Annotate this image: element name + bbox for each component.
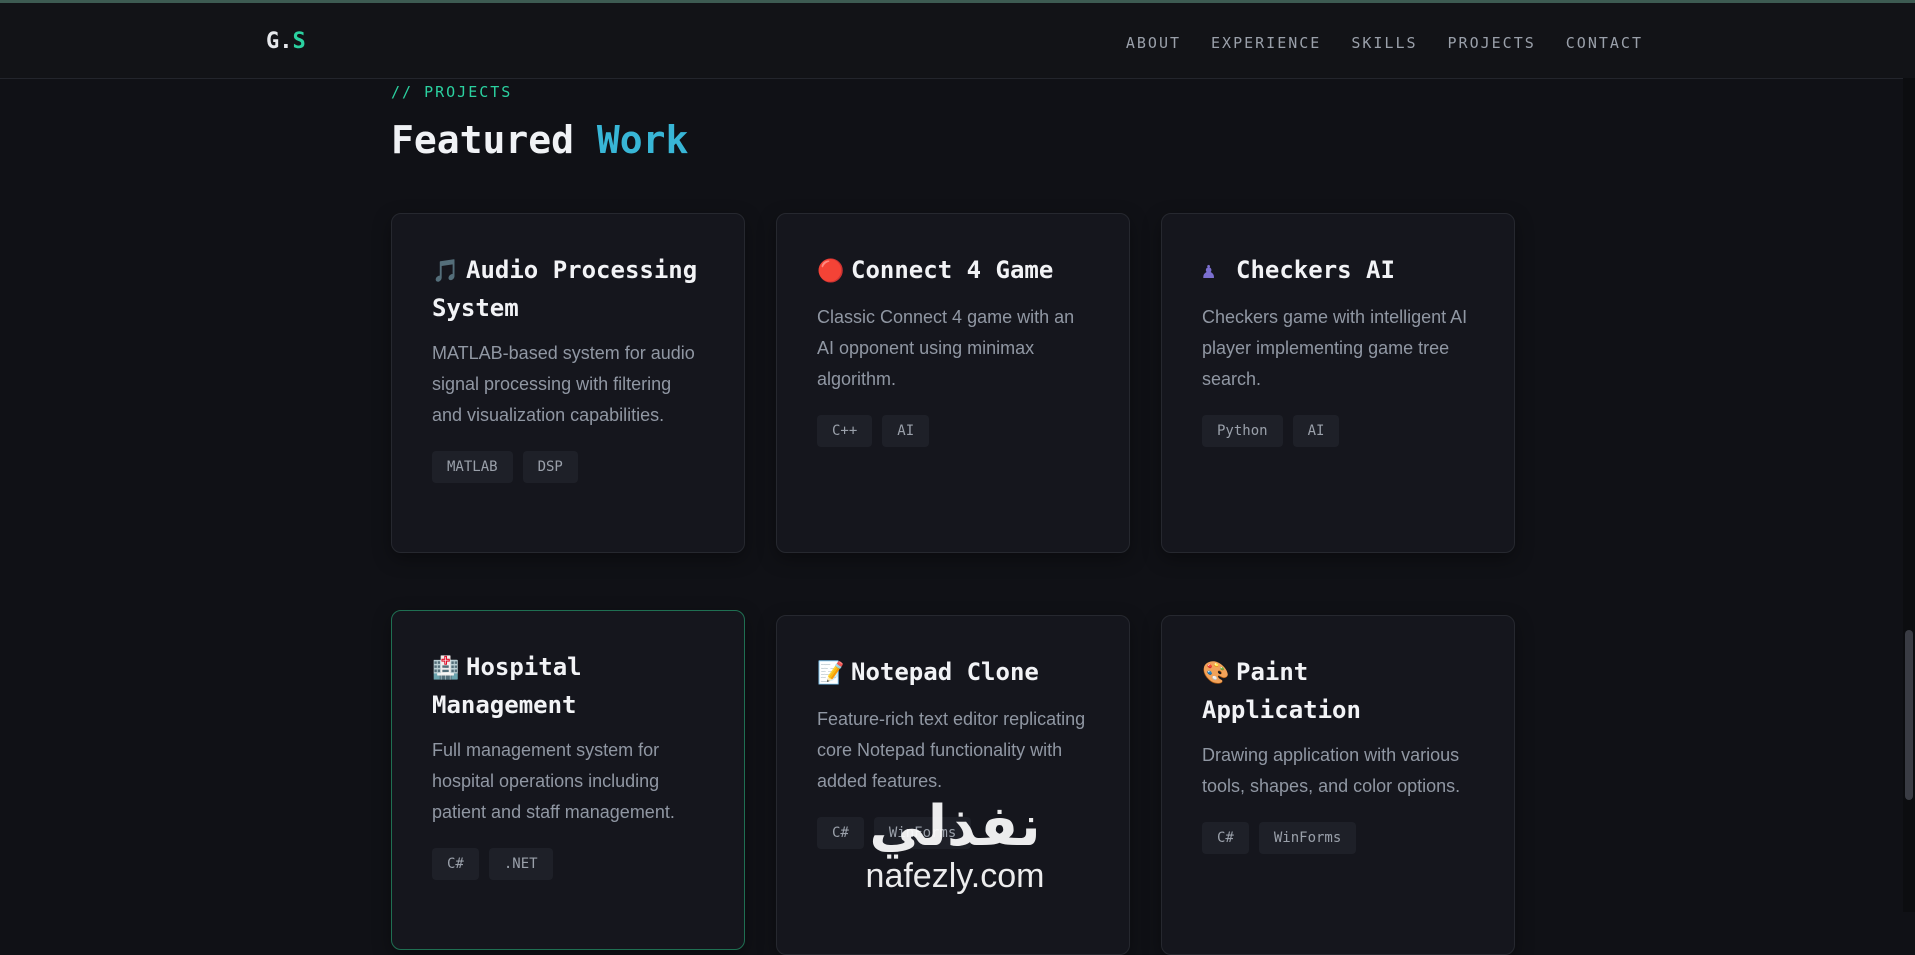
site-header: G.S ABOUT EXPERIENCE SKILLS PROJECTS CON…	[0, 3, 1915, 79]
project-description: Feature-rich text editor replicating cor…	[817, 709, 1086, 791]
section-title: Featured Work	[391, 118, 689, 162]
scrollbar-thumb[interactable]	[1905, 630, 1913, 800]
tech-tag: C++	[817, 415, 873, 447]
project-card[interactable]: ♟ Checkers AI Checkers game with intellig…	[1161, 213, 1515, 553]
nav-contact[interactable]: CONTACT	[1566, 34, 1643, 52]
red-circle-icon: 🔴	[817, 259, 845, 284]
project-description: Checkers game with intelligent AI player…	[1202, 307, 1468, 389]
watermark: نفذلي nafezly.com	[850, 794, 1060, 895]
project-title: 📝 Notepad Clone	[817, 654, 1089, 692]
tech-tag: DSP	[522, 451, 578, 483]
hospital-icon: 🏥	[432, 656, 460, 681]
watermark-arabic: نفذلي	[869, 794, 1041, 859]
music-note-icon: 🎵	[432, 259, 460, 284]
tag-list: Python AI	[1202, 415, 1474, 447]
chess-pawn-icon: ♟	[1202, 259, 1216, 284]
project-description: Classic Connect 4 game with an AI oppone…	[817, 307, 1075, 389]
project-description: MATLAB-based system for audio signal pro…	[432, 343, 695, 425]
nav-projects[interactable]: PROJECTS	[1448, 34, 1536, 52]
section-tag: // PROJECTS	[391, 83, 513, 101]
tech-tag: AI	[882, 415, 930, 447]
tag-list: C# WinForms	[1202, 822, 1474, 854]
project-card[interactable]: 🏥 Hospital Management Full management sys…	[391, 610, 745, 950]
tag-list: C# .NET	[432, 848, 704, 880]
project-title: 🎵 Audio Processing System	[432, 256, 698, 322]
project-title: 🏥 Hospital Management	[432, 653, 582, 719]
nav-skills[interactable]: SKILLS	[1351, 34, 1417, 52]
palette-icon: 🎨	[1202, 661, 1230, 686]
tag-list: MATLAB DSP	[432, 451, 704, 483]
site-logo[interactable]: G.S	[266, 29, 306, 54]
project-title: 🔴 Connect 4 Game	[817, 252, 1089, 290]
project-description: Drawing application with various tools, …	[1202, 745, 1461, 796]
tech-tag: C#	[432, 848, 479, 880]
tech-tag: WinForms	[1258, 822, 1357, 854]
project-card[interactable]: 🎨 Paint Application Drawing application w…	[1161, 615, 1515, 955]
project-card[interactable]: 🔴 Connect 4 Game Classic Connect 4 game w…	[776, 213, 1130, 553]
project-card[interactable]: 📝 Notepad Clone Feature-rich text editor …	[776, 615, 1130, 955]
main-nav: ABOUT EXPERIENCE SKILLS PROJECTS CONTACT	[1126, 34, 1643, 52]
tech-tag: AI	[1292, 415, 1340, 447]
watermark-url: nafezly.com	[865, 857, 1045, 895]
tech-tag: Python	[1202, 415, 1283, 447]
project-card[interactable]: 🎵 Audio Processing System MATLAB-based sy…	[391, 213, 745, 553]
tech-tag: C#	[1202, 822, 1249, 854]
tech-tag: MATLAB	[432, 451, 513, 483]
project-title: 🎨 Paint Application	[1202, 658, 1361, 724]
project-title: ♟ Checkers AI	[1202, 252, 1474, 290]
nav-experience[interactable]: EXPERIENCE	[1211, 34, 1321, 52]
tag-list: C++ AI	[817, 415, 1089, 447]
nav-about[interactable]: ABOUT	[1126, 34, 1181, 52]
memo-icon: 📝	[817, 661, 845, 686]
tech-tag: .NET	[488, 848, 553, 880]
project-description: Full management system for hospital oper…	[432, 740, 675, 822]
